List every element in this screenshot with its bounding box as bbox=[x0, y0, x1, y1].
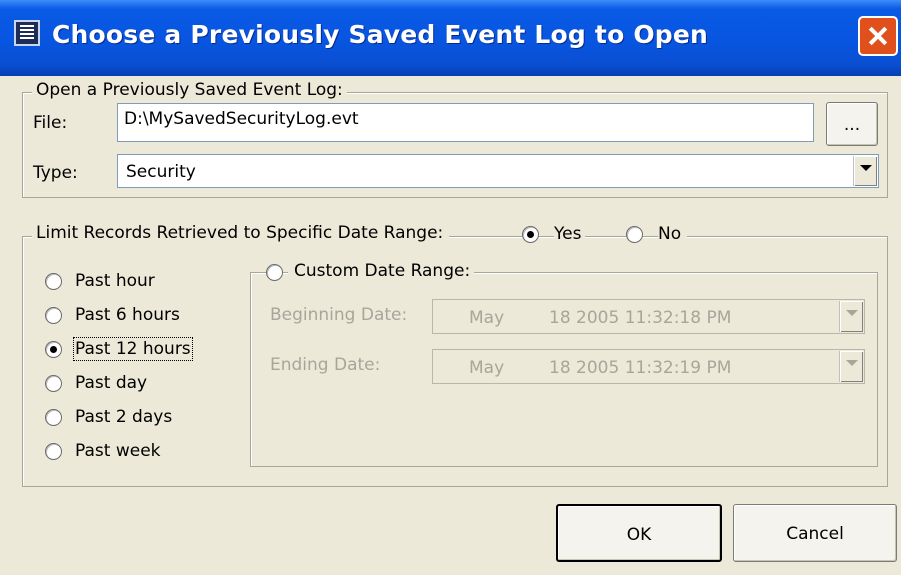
past-6-hours-radio[interactable] bbox=[45, 307, 62, 324]
custom-range-radio[interactable] bbox=[266, 264, 283, 281]
past-week-radio[interactable] bbox=[45, 443, 62, 460]
chevron-down-icon bbox=[839, 301, 863, 332]
chevron-down-icon[interactable] bbox=[853, 156, 877, 186]
past-2-days-label[interactable]: Past 2 days bbox=[75, 407, 172, 427]
ending-date-month: May bbox=[469, 358, 505, 378]
past-week-label[interactable]: Past week bbox=[75, 441, 161, 461]
past-hour-label[interactable]: Past hour bbox=[75, 271, 155, 291]
close-button[interactable] bbox=[858, 16, 898, 56]
browse-button[interactable]: ... bbox=[826, 102, 878, 146]
beginning-date-month: May bbox=[469, 308, 505, 328]
window-title: Choose a Previously Saved Event Log to O… bbox=[52, 20, 709, 49]
log-type-select[interactable]: Security bbox=[117, 154, 879, 188]
past-12-hours-radio[interactable] bbox=[45, 341, 62, 358]
ending-date-label: Ending Date: bbox=[270, 355, 381, 375]
chevron-down-icon bbox=[839, 351, 863, 382]
limit-yes-radio[interactable] bbox=[522, 226, 539, 243]
past-day-label[interactable]: Past day bbox=[75, 373, 147, 393]
log-type-value: Security bbox=[126, 162, 196, 182]
beginning-date-picker: May 18 2005 11:32:18 PM bbox=[432, 299, 865, 334]
limit-records-legend: Limit Records Retrieved to Specific Date… bbox=[32, 223, 450, 243]
title-bar: Choose a Previously Saved Event Log to O… bbox=[0, 0, 901, 76]
limit-no-radio[interactable] bbox=[626, 226, 643, 243]
past-2-days-radio[interactable] bbox=[45, 409, 62, 426]
event-log-icon bbox=[14, 20, 40, 46]
ending-date-value: 18 2005 11:32:19 PM bbox=[549, 358, 732, 378]
custom-range-label[interactable]: Custom Date Range: bbox=[288, 261, 475, 281]
open-log-group-legend: Open a Previously Saved Event Log: bbox=[32, 80, 347, 100]
past-12-hours-label[interactable]: Past 12 hours bbox=[73, 337, 193, 361]
cancel-button[interactable]: Cancel bbox=[733, 504, 897, 562]
limit-no-label[interactable]: No bbox=[658, 224, 688, 244]
ending-date-picker: May 18 2005 11:32:19 PM bbox=[432, 349, 865, 384]
file-label: File: bbox=[33, 113, 68, 133]
limit-records-label: Limit Records Retrieved to Specific Date… bbox=[36, 223, 444, 243]
beginning-date-label: Beginning Date: bbox=[270, 305, 408, 325]
past-day-radio[interactable] bbox=[45, 375, 62, 392]
past-6-hours-label[interactable]: Past 6 hours bbox=[75, 305, 180, 325]
beginning-date-value: 18 2005 11:32:18 PM bbox=[549, 308, 732, 328]
type-label: Type: bbox=[33, 163, 78, 183]
ok-button[interactable]: OK bbox=[556, 504, 722, 562]
past-hour-radio[interactable] bbox=[45, 273, 62, 290]
file-path-input[interactable]: D:\MySavedSecurityLog.evt bbox=[117, 103, 814, 142]
limit-yes-label[interactable]: Yes bbox=[554, 224, 586, 244]
